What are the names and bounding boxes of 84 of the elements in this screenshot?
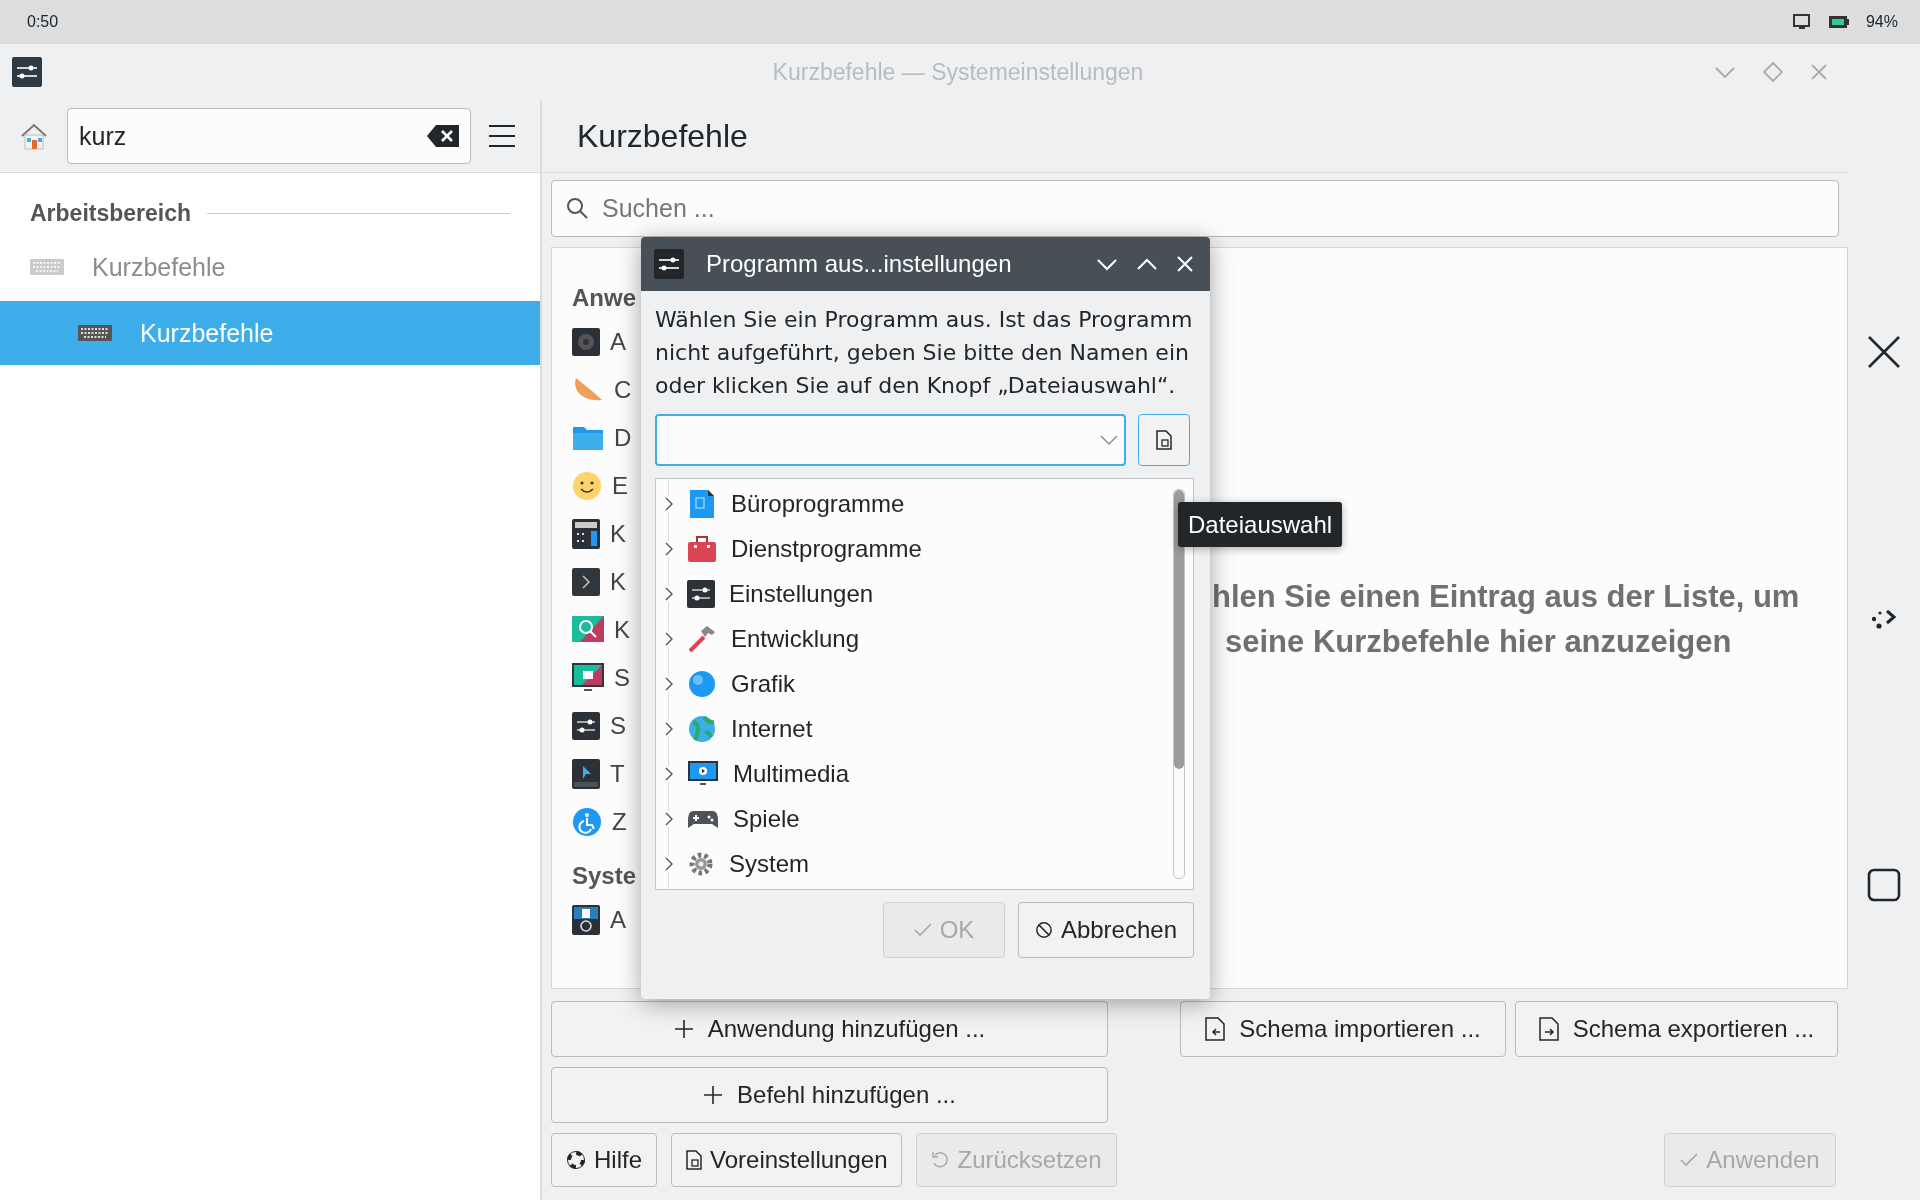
cursor-icon xyxy=(572,759,600,789)
square-icon[interactable] xyxy=(1867,868,1901,902)
dialog-message: Wählen Sie ein Programm aus. Ist das Programm nicht aufgeführt, geben Sie bitte den Namen ein oder klicken Sie auf den Knopf „Dateiauswahl“. xyxy=(655,306,1194,400)
defaults-button[interactable]: Voreinstellungen xyxy=(671,1133,903,1187)
page-title: Kurzbefehle xyxy=(577,117,748,155)
app-name[interactable]: E xyxy=(612,472,628,500)
accessibility-icon xyxy=(572,807,602,837)
app-name[interactable]: Z xyxy=(612,808,627,836)
chevron-down-icon xyxy=(1100,434,1118,446)
keyboard-icon xyxy=(78,325,112,341)
file-select-button[interactable] xyxy=(1138,414,1190,466)
calculator-icon xyxy=(572,519,600,549)
help-button[interactable]: Hilfe xyxy=(551,1133,657,1187)
document-icon xyxy=(1156,430,1172,450)
cancel-button[interactable]: Abbrechen xyxy=(1018,902,1194,958)
app-name[interactable]: A xyxy=(610,906,626,934)
smiley-icon xyxy=(572,471,602,501)
import-schema-button[interactable]: Schema importieren ... xyxy=(1180,1001,1506,1057)
sliders-icon[interactable] xyxy=(12,57,42,87)
tree-item[interactable]: Grafik xyxy=(663,661,1173,706)
sliders-icon xyxy=(687,579,715,608)
sliders-icon xyxy=(654,249,684,279)
magnifier-icon xyxy=(572,616,604,644)
add-command-button[interactable]: Befehl hinzufügen ... xyxy=(551,1067,1108,1123)
plus-icon xyxy=(703,1085,724,1105)
tree-item[interactable]: Einstellungen xyxy=(663,571,1173,616)
document-icon xyxy=(686,1150,702,1170)
tree-item[interactable]: Entwicklung xyxy=(663,616,1173,661)
app-name[interactable]: S xyxy=(610,712,626,740)
scrollbar[interactable] xyxy=(1173,489,1185,879)
tree-item[interactable]: Internet xyxy=(663,706,1173,751)
dialog-title: Programm aus...instellungen xyxy=(706,250,1013,278)
clock-time: 0:50 xyxy=(27,13,59,31)
export-schema-button[interactable]: Schema exportieren ... xyxy=(1515,1001,1838,1057)
keyboard-icon xyxy=(30,259,64,275)
search-field[interactable]: Suchen ... xyxy=(551,180,1839,237)
tree-item[interactable]: Spiele xyxy=(663,796,1173,841)
terminal-icon xyxy=(572,568,600,596)
menu-icon[interactable] xyxy=(488,124,516,148)
app-name[interactable]: K xyxy=(610,520,626,548)
folder-icon xyxy=(572,425,604,451)
search-icon xyxy=(565,196,589,220)
speaker-icon xyxy=(572,328,600,356)
empty-message: seine Kurzbefehle hier anzuzeigen xyxy=(1224,623,1732,661)
add-application-button[interactable]: Anwendung hinzufügen ... xyxy=(551,1001,1108,1057)
toolbox-icon xyxy=(687,533,717,564)
section-heading: Arbeitsbereich xyxy=(30,199,192,227)
monitor-icon[interactable] xyxy=(1791,13,1812,31)
app-name[interactable]: K xyxy=(610,568,626,596)
checkmark-icon xyxy=(1680,1153,1699,1167)
screenshot-icon xyxy=(572,663,604,693)
tree-item[interactable]: System xyxy=(663,841,1173,886)
tree-item[interactable]: Multimedia xyxy=(663,751,1173,796)
search-field[interactable]: kurz xyxy=(67,108,471,164)
hammer-icon xyxy=(687,623,717,654)
app-name[interactable]: T xyxy=(610,760,625,788)
app-name[interactable]: A xyxy=(610,328,626,356)
tooltip: Dateiauswahl xyxy=(1178,502,1343,547)
app-name[interactable]: D xyxy=(614,424,632,452)
clear-icon[interactable] xyxy=(426,124,460,148)
document-globe-icon xyxy=(572,905,600,935)
undo-icon xyxy=(931,1151,950,1169)
empty-message: hlen Sie einen Eintrag aus der Liste, um xyxy=(1212,578,1800,616)
globe-icon xyxy=(687,713,717,744)
app-name[interactable]: S xyxy=(614,664,630,692)
tree-item[interactable]: Büroprogramme xyxy=(663,481,1173,526)
tree-item[interactable]: Dienstprogramme xyxy=(663,526,1173,571)
group-heading: Syste xyxy=(572,861,638,891)
minimize-icon[interactable] xyxy=(1096,257,1118,271)
document-icon xyxy=(687,488,717,519)
battery-percent: 94% xyxy=(1865,13,1898,31)
close-icon[interactable] xyxy=(1866,334,1902,370)
battery-icon[interactable] xyxy=(1827,15,1850,29)
sphere-icon xyxy=(687,668,717,699)
checkmark-icon xyxy=(913,923,932,937)
plus-icon xyxy=(673,1019,694,1039)
app-name[interactable]: K xyxy=(614,616,630,644)
sliders-icon xyxy=(572,712,600,740)
file-import-icon xyxy=(1205,1017,1226,1041)
lifebuoy-icon xyxy=(566,1150,586,1170)
group-heading: Anwe xyxy=(572,283,637,313)
app-name[interactable]: C xyxy=(614,376,632,404)
file-export-icon xyxy=(1538,1017,1559,1041)
cancel-icon xyxy=(1035,920,1053,940)
